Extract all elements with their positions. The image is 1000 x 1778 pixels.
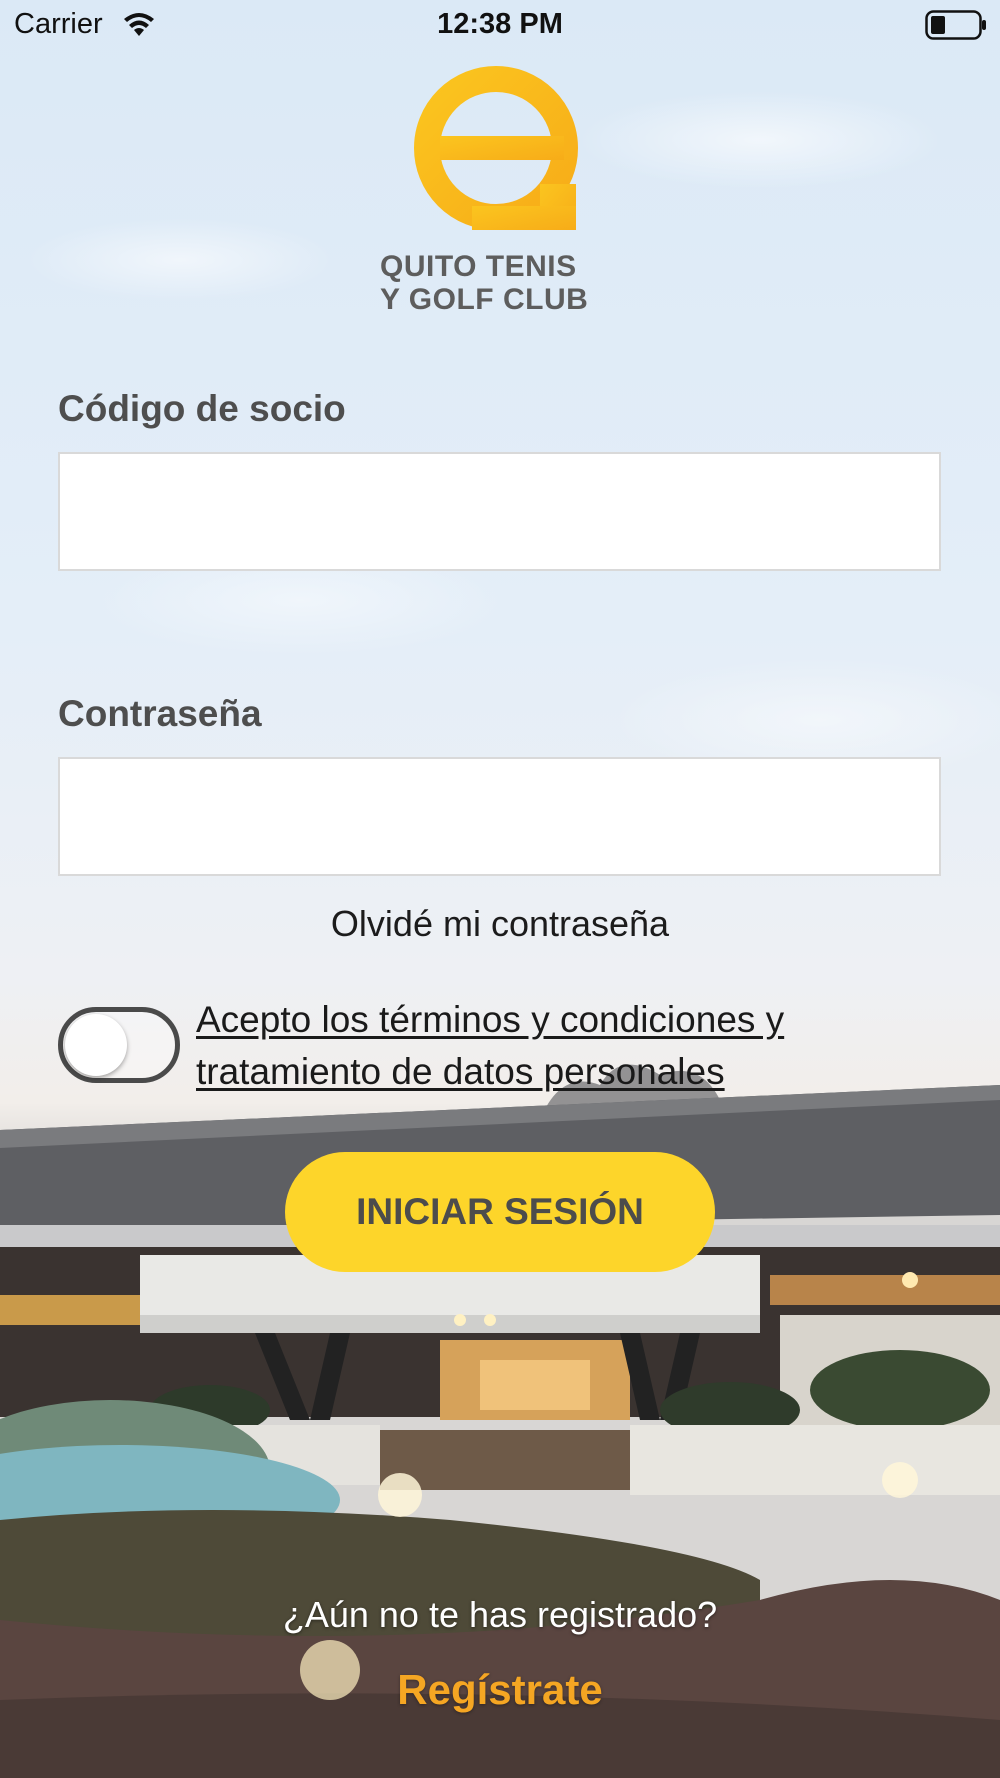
logo-line2: Y GOLF CLUB — [380, 283, 589, 316]
club-logo: QUITO TENIS Y GOLF CLUB — [370, 66, 630, 316]
register-link[interactable]: Regístrate — [0, 1666, 1000, 1714]
register-question: ¿Aún no te has registrado? — [282, 1594, 718, 1635]
toggle-knob — [65, 1014, 127, 1076]
terms-link[interactable]: Acepto los términos y condiciones y trat… — [196, 994, 936, 1098]
login-button[interactable]: INICIAR SESIÓN — [285, 1152, 715, 1272]
terms-line2: tratamiento de datos personales — [196, 1051, 725, 1092]
login-screen: Carrier 12:38 PM QUITO TENIS Y GOLF CLUB… — [0, 0, 1000, 1778]
club-logo-text: QUITO TENIS Y GOLF CLUB — [370, 250, 630, 316]
logo-line1: QUITO TENIS — [380, 250, 577, 283]
member-code-label: Código de socio — [58, 388, 346, 429]
terms-line1: Acepto los términos y condiciones y — [196, 999, 785, 1040]
terms-toggle[interactable] — [58, 1007, 180, 1083]
club-logo-mark — [414, 66, 578, 230]
status-bar: Carrier 12:38 PM — [0, 0, 1000, 50]
status-time: 12:38 PM — [437, 8, 563, 40]
battery-icon — [925, 10, 986, 40]
member-code-input[interactable] — [58, 452, 941, 571]
password-label: Contraseña — [58, 693, 262, 734]
password-input[interactable] — [58, 757, 941, 876]
forgot-password-link[interactable]: Olvidé mi contraseña — [0, 903, 1000, 945]
